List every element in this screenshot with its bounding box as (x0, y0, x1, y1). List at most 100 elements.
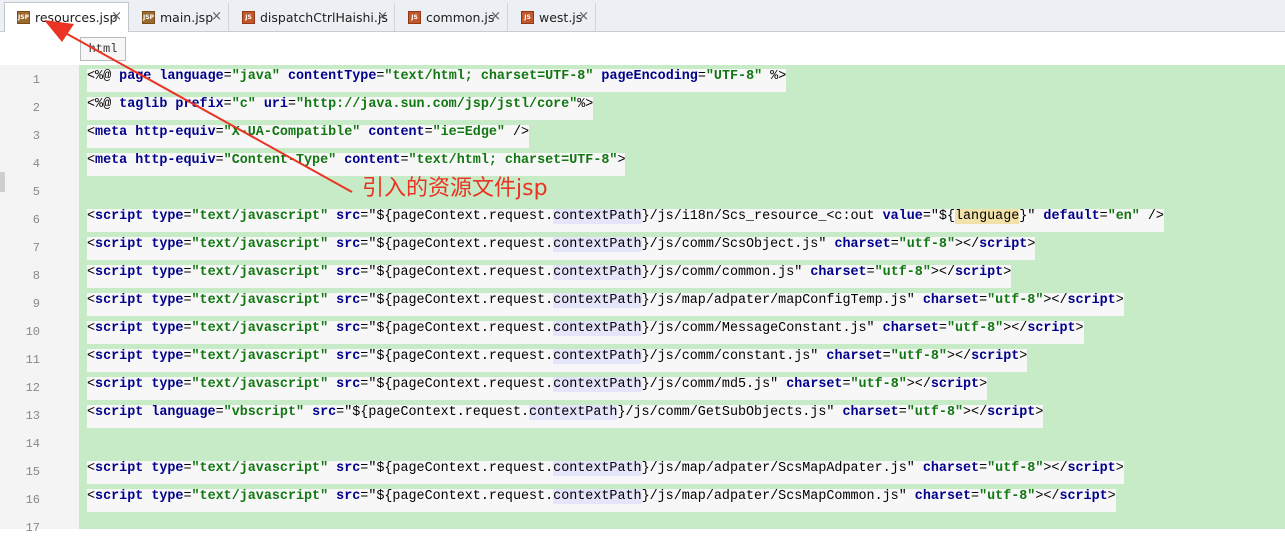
close-icon[interactable]: × (111, 9, 122, 24)
tab-dispatchctrlhaishi-js[interactable]: JS dispatchCtrlHaishi.js × (230, 3, 395, 31)
line-number: 11 (25, 353, 40, 367)
code-token: prefix (175, 97, 224, 112)
code-token: "${pageContext.request. (368, 321, 554, 336)
code-line: <script type="text/javascript" src="${pa… (87, 461, 1124, 484)
close-icon[interactable]: × (211, 9, 222, 24)
line-number: 10 (25, 325, 40, 339)
code-token: script (95, 489, 144, 504)
code-token: content (344, 153, 401, 168)
tab-label: main.jsp (160, 9, 214, 25)
code-token: charset (914, 489, 972, 504)
close-icon[interactable]: × (490, 9, 501, 24)
code-token: contextPath (553, 349, 642, 364)
code-token: type (151, 321, 184, 336)
line-number: 7 (32, 241, 40, 255)
code-token: %> (577, 97, 594, 112)
code-token: "text/html; charset=UTF-8" (408, 153, 618, 168)
line-number: 13 (25, 409, 40, 423)
code-token: "en" (1107, 209, 1140, 224)
code-token: type (151, 237, 184, 252)
code-token: script (95, 237, 144, 252)
code-token: src (312, 405, 337, 420)
code-token: < (87, 405, 96, 420)
code-token: < (87, 153, 96, 168)
code-token: charset (922, 461, 980, 476)
code-token: script (971, 349, 1020, 364)
code-token: contextPath (553, 321, 642, 336)
code-token: "http://java.sun.com/jsp/jstl/core" (296, 97, 578, 112)
code-token: "Content-Type" (223, 153, 337, 168)
code-token: = (183, 293, 192, 308)
code-token: type (151, 349, 184, 364)
code-token: = (1099, 209, 1108, 224)
code-token: > (1019, 349, 1028, 364)
line-number: 3 (32, 129, 40, 143)
code-line: <script type="text/javascript" src="${pa… (87, 293, 1124, 316)
tab-common-js[interactable]: JS common.js × (396, 3, 508, 31)
tab-main-jsp[interactable]: JSP main.jsp × (130, 3, 229, 31)
code-token: contextPath (553, 489, 642, 504)
line-number: 15 (25, 465, 40, 479)
tab-west-js[interactable]: JS west.js × (509, 3, 596, 31)
code-token: < (87, 461, 96, 476)
close-icon[interactable]: × (377, 9, 388, 24)
code-token: > (1027, 237, 1036, 252)
code-token: type (151, 377, 184, 392)
code-line: <script type="text/javascript" src="${pa… (87, 265, 1012, 288)
code-token: "${pageContext.request. (368, 461, 554, 476)
code-token: script (979, 237, 1028, 252)
code-token: = (922, 209, 931, 224)
code-token: meta (95, 153, 128, 168)
code-token: = (979, 461, 988, 476)
code-token: charset (786, 377, 843, 392)
code-token: = (979, 293, 988, 308)
code-token: script (95, 321, 144, 336)
code-token: contextPath (553, 377, 642, 392)
code-token: content (368, 125, 425, 140)
code-token: = (287, 97, 296, 112)
code-line: <script type="text/javascript" src="${pa… (87, 349, 1028, 372)
code-token: type (151, 293, 184, 308)
code-editor[interactable]: <%@ page language="java" contentType="te… (79, 65, 1285, 529)
code-token: = (882, 349, 891, 364)
code-token: uri (263, 97, 288, 112)
code-token: = (215, 405, 224, 420)
tab-resources-jsp[interactable]: JSP resources.jsp × (4, 2, 129, 32)
code-token: }/js/map/adpater/ScsMapAdpater.js" (641, 461, 915, 476)
code-token: }/js/comm/MessageConstant.js" (641, 321, 875, 336)
code-token: < (87, 377, 96, 392)
code-token: "vbscript" (223, 405, 305, 420)
code-token: ></ (1043, 461, 1068, 476)
code-token: < (87, 265, 96, 280)
code-token: > (1107, 489, 1116, 504)
code-token: }/js/map/adpater/ScsMapCommon.js" (641, 489, 907, 504)
editor-subtoolbar: html (0, 33, 1285, 65)
line-number: 4 (32, 157, 40, 171)
code-token: ></ (1035, 489, 1060, 504)
tab-label: resources.jsp (35, 10, 118, 25)
code-token: script (930, 377, 980, 392)
code-token: }" (1019, 209, 1036, 224)
code-token: src (336, 293, 361, 308)
code-line: <script type="text/javascript" src="${pa… (87, 489, 1116, 512)
code-token: ></ (963, 405, 988, 420)
line-number: 14 (25, 437, 40, 451)
code-token: charset (810, 265, 867, 280)
close-icon[interactable]: × (578, 9, 589, 24)
code-token: "text/javascript" (191, 321, 329, 336)
code-token: script (95, 461, 144, 476)
code-token: "X-UA-Compatible" (223, 125, 361, 140)
html-view-tab[interactable]: html (80, 37, 126, 61)
code-token: > (1035, 405, 1044, 420)
code-token: < (87, 349, 96, 364)
code-token: contextPath (553, 237, 642, 252)
code-token: "${pageContext.request. (368, 237, 554, 252)
code-token: = (215, 153, 224, 168)
code-token: script (95, 209, 144, 224)
